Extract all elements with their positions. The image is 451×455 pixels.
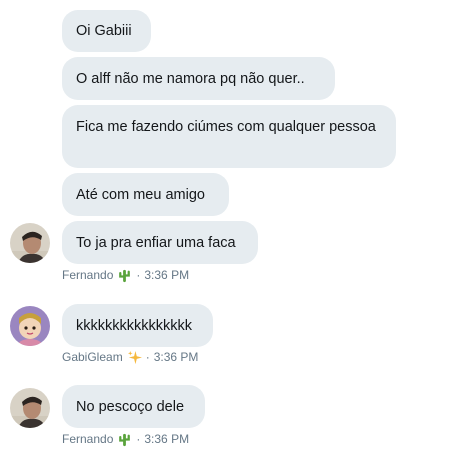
message-bubble[interactable]: Oi Gabiii (62, 10, 151, 52)
timestamp: 3:36 PM (144, 432, 190, 446)
message-text: kkkkkkkkkkkkkkkk (76, 317, 192, 334)
message-text: O alff não me namora pq não quer.. (76, 70, 305, 87)
message-meta: GabiGleam · 3:36 PM (62, 349, 198, 365)
sender-name: GabiGleam (62, 350, 123, 364)
timestamp: 3:36 PM (153, 350, 199, 364)
meta-separator: · (136, 268, 141, 282)
avatar[interactable] (10, 223, 50, 263)
message-text: No pescoço dele (76, 398, 185, 415)
avatar-photo (10, 388, 50, 428)
message-meta: Fernando · 3:36 PM (62, 267, 189, 283)
message-bubble[interactable]: O alff não me namora pq não quer.. (62, 57, 335, 100)
message-bubble[interactable]: Fica me fazendo ciúmes com qualquer pess… (62, 105, 396, 168)
timestamp: 3:36 PM (144, 268, 190, 282)
avatar-photo (10, 223, 50, 263)
message-bubble[interactable]: To ja pra enfiar uma faca (62, 221, 258, 264)
avatar[interactable] (10, 306, 50, 346)
message-bubble[interactable]: kkkkkkkkkkkkkkkk (62, 304, 213, 347)
avatar[interactable] (10, 388, 50, 428)
cactus-icon (119, 433, 131, 446)
sender-name: Fernando (62, 268, 114, 282)
sender-name: Fernando (62, 432, 114, 446)
message-bubble[interactable]: No pescoço dele (62, 385, 205, 428)
cactus-icon (119, 269, 131, 282)
message-text: Oi Gabiii (76, 23, 132, 39)
meta-separator: · (145, 350, 150, 364)
sparkles-icon (127, 350, 142, 364)
message-bubble[interactable]: Até com meu amigo (62, 173, 229, 216)
meta-separator: · (136, 432, 141, 446)
message-text: Fica me fazendo ciúmes com qualquer pess… (76, 119, 376, 135)
message-text: Até com meu amigo (76, 186, 205, 203)
message-meta: Fernando · 3:36 PM (62, 431, 189, 447)
avatar-photo (10, 306, 50, 346)
message-text: To ja pra enfiar uma faca (76, 234, 236, 251)
